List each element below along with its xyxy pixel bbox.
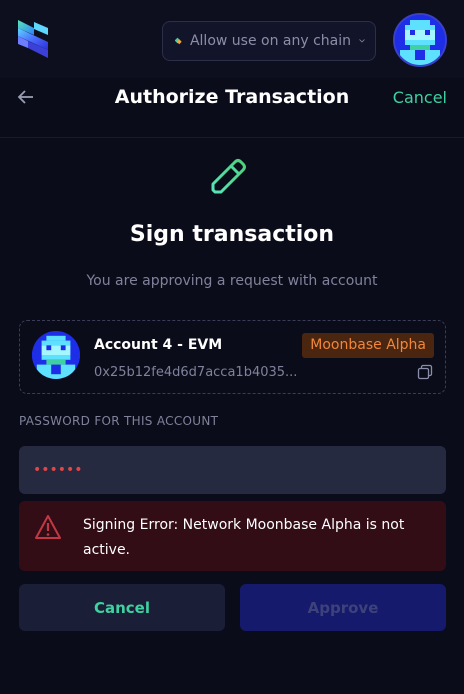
password-label: PASSWORD FOR THIS ACCOUNT [19, 414, 219, 428]
chain-selector-dropdown[interactable]: Allow use on any chain [162, 21, 376, 61]
header-cancel-link[interactable]: Cancel [393, 88, 447, 107]
account-card: Account 4 - EVM Moonbase Alpha 0x25b12fe… [19, 320, 446, 394]
subwallet-logo-icon[interactable] [14, 18, 52, 62]
pixel-avatar-icon [395, 15, 445, 65]
account-address: 0x25b12fe4d6d7acca1b4035... [94, 365, 298, 380]
warning-icon [35, 515, 61, 539]
pixel-avatar-icon [32, 331, 80, 379]
page-header: Authorize Transaction Cancel [0, 78, 464, 138]
chain-selector-label: Allow use on any chain [189, 33, 352, 49]
chain-icon [175, 37, 182, 45]
network-badge: Moonbase Alpha [302, 333, 434, 358]
cancel-button[interactable]: Cancel [19, 584, 225, 631]
error-alert: Signing Error: Network Moonbase Alpha is… [19, 501, 446, 571]
account-name: Account 4 - EVM [94, 337, 223, 353]
pencil-icon [211, 159, 257, 198]
chevron-down-icon [359, 39, 365, 43]
sign-title: Sign transaction [129, 222, 335, 247]
password-field[interactable] [19, 446, 446, 494]
sign-subtitle: You are approving a request with account [86, 273, 378, 289]
account-avatar-small [32, 331, 80, 379]
copy-icon[interactable] [417, 364, 433, 380]
approve-button[interactable]: Approve [240, 584, 446, 631]
top-bar: Allow use on any chain [0, 0, 464, 78]
error-message: Signing Error: Network Moonbase Alpha is… [83, 517, 405, 558]
account-avatar[interactable] [393, 13, 447, 67]
